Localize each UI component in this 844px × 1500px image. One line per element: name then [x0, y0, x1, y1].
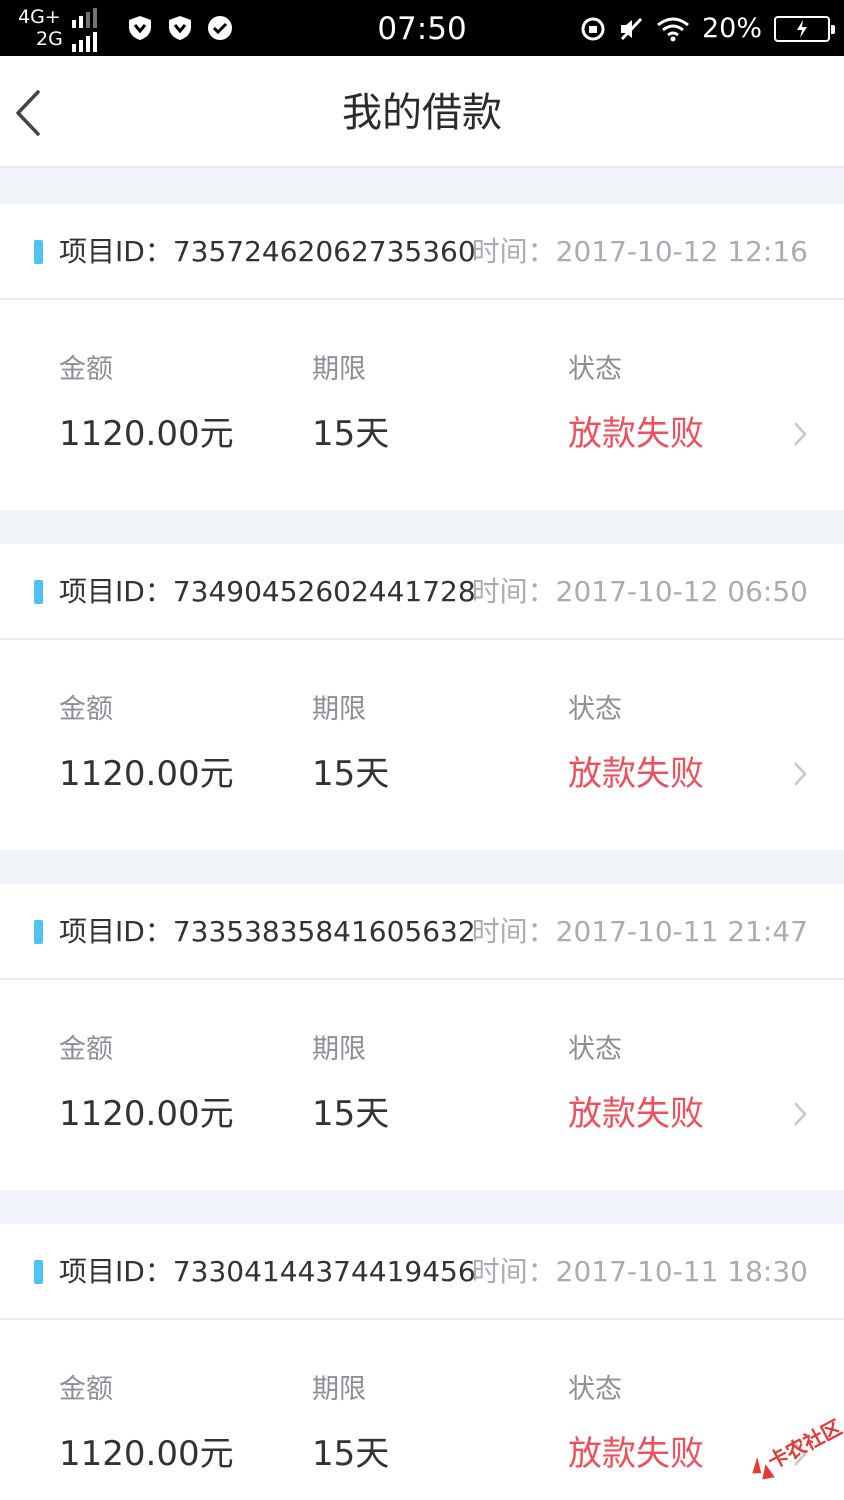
- loan-card-header: 项目ID：73490452602441728 时间：2017-10-12 06:…: [0, 544, 844, 640]
- chevron-right-icon[interactable]: [792, 1100, 808, 1128]
- accent-bar: [34, 240, 43, 264]
- status-right-icons: 20%: [580, 13, 835, 44]
- amount-value: 1120.00元: [59, 414, 234, 454]
- status-label: 状态: [568, 354, 622, 385]
- accent-bar: [34, 580, 43, 604]
- amount-label: 金额: [59, 1034, 113, 1065]
- page-title: 我的借款: [342, 90, 502, 136]
- term-value: 15天: [312, 754, 390, 794]
- status-label: 状态: [568, 1034, 622, 1065]
- loan-card[interactable]: 项目ID：73490452602441728 时间：2017-10-12 06:…: [0, 544, 844, 850]
- wifi-icon: [657, 17, 689, 41]
- watermark-logo: 卡农社区: [752, 1415, 844, 1480]
- term-label: 期限: [312, 694, 366, 725]
- loan-card-header: 项目ID：73572462062735360 时间：2017-10-12 12:…: [0, 204, 844, 300]
- status-label: 状态: [568, 1374, 622, 1405]
- status-bar: 4G+ 2G 07:50 20%: [0, 0, 844, 56]
- amount-value: 1120.00元: [59, 754, 234, 794]
- loan-card[interactable]: 项目ID：73572462062735360 时间：2017-10-12 12:…: [0, 204, 844, 510]
- status-label: 状态: [568, 694, 622, 725]
- loan-card-header: 项目ID：73353835841605632 时间：2017-10-11 21:…: [0, 884, 844, 980]
- loan-card[interactable]: 项目ID：73304144374419456 时间：2017-10-11 18:…: [0, 1224, 844, 1500]
- navigation-bar: 我的借款: [0, 56, 844, 168]
- loan-time: 时间：2017-10-12 12:16: [471, 235, 808, 268]
- battery-percent: 20%: [701, 13, 762, 44]
- term-value: 15天: [312, 1094, 390, 1134]
- loan-card-header: 项目ID：73304144374419456 时间：2017-10-11 18:…: [0, 1224, 844, 1320]
- term-label: 期限: [312, 1374, 366, 1405]
- loan-time: 时间：2017-10-11 18:30: [471, 1255, 808, 1288]
- term-value: 15天: [312, 1434, 390, 1474]
- status-value: 放款失败: [568, 1434, 704, 1474]
- status-value: 放款失败: [568, 754, 704, 794]
- project-id: 项目ID：73490452602441728: [59, 575, 476, 608]
- amount-value: 1120.00元: [59, 1094, 234, 1134]
- term-label: 期限: [312, 354, 366, 385]
- loan-time: 时间：2017-10-12 06:50: [471, 575, 808, 608]
- mute-icon: [620, 17, 643, 40]
- amount-label: 金额: [59, 1374, 113, 1405]
- status-value: 放款失败: [568, 414, 704, 454]
- accent-bar: [34, 1260, 43, 1284]
- chevron-right-icon[interactable]: [792, 760, 808, 788]
- project-id: 项目ID：73304144374419456: [59, 1255, 476, 1288]
- chevron-right-icon[interactable]: [792, 420, 808, 448]
- term-label: 期限: [312, 1034, 366, 1065]
- term-value: 15天: [312, 414, 390, 454]
- loan-time: 时间：2017-10-11 21:47: [471, 915, 808, 948]
- watermark-text: 卡农社区: [764, 1415, 844, 1474]
- battery-charging-icon: [774, 15, 835, 42]
- project-id: 项目ID：73353835841605632: [59, 915, 476, 948]
- rotation-lock-icon: [581, 17, 605, 40]
- accent-bar: [34, 920, 43, 944]
- amount-label: 金额: [59, 694, 113, 725]
- status-value: 放款失败: [568, 1094, 704, 1134]
- amount-label: 金额: [59, 354, 113, 385]
- project-id: 项目ID：73572462062735360: [59, 235, 476, 268]
- loan-card[interactable]: 项目ID：73353835841605632 时间：2017-10-11 21:…: [0, 884, 844, 1190]
- amount-value: 1120.00元: [59, 1434, 234, 1474]
